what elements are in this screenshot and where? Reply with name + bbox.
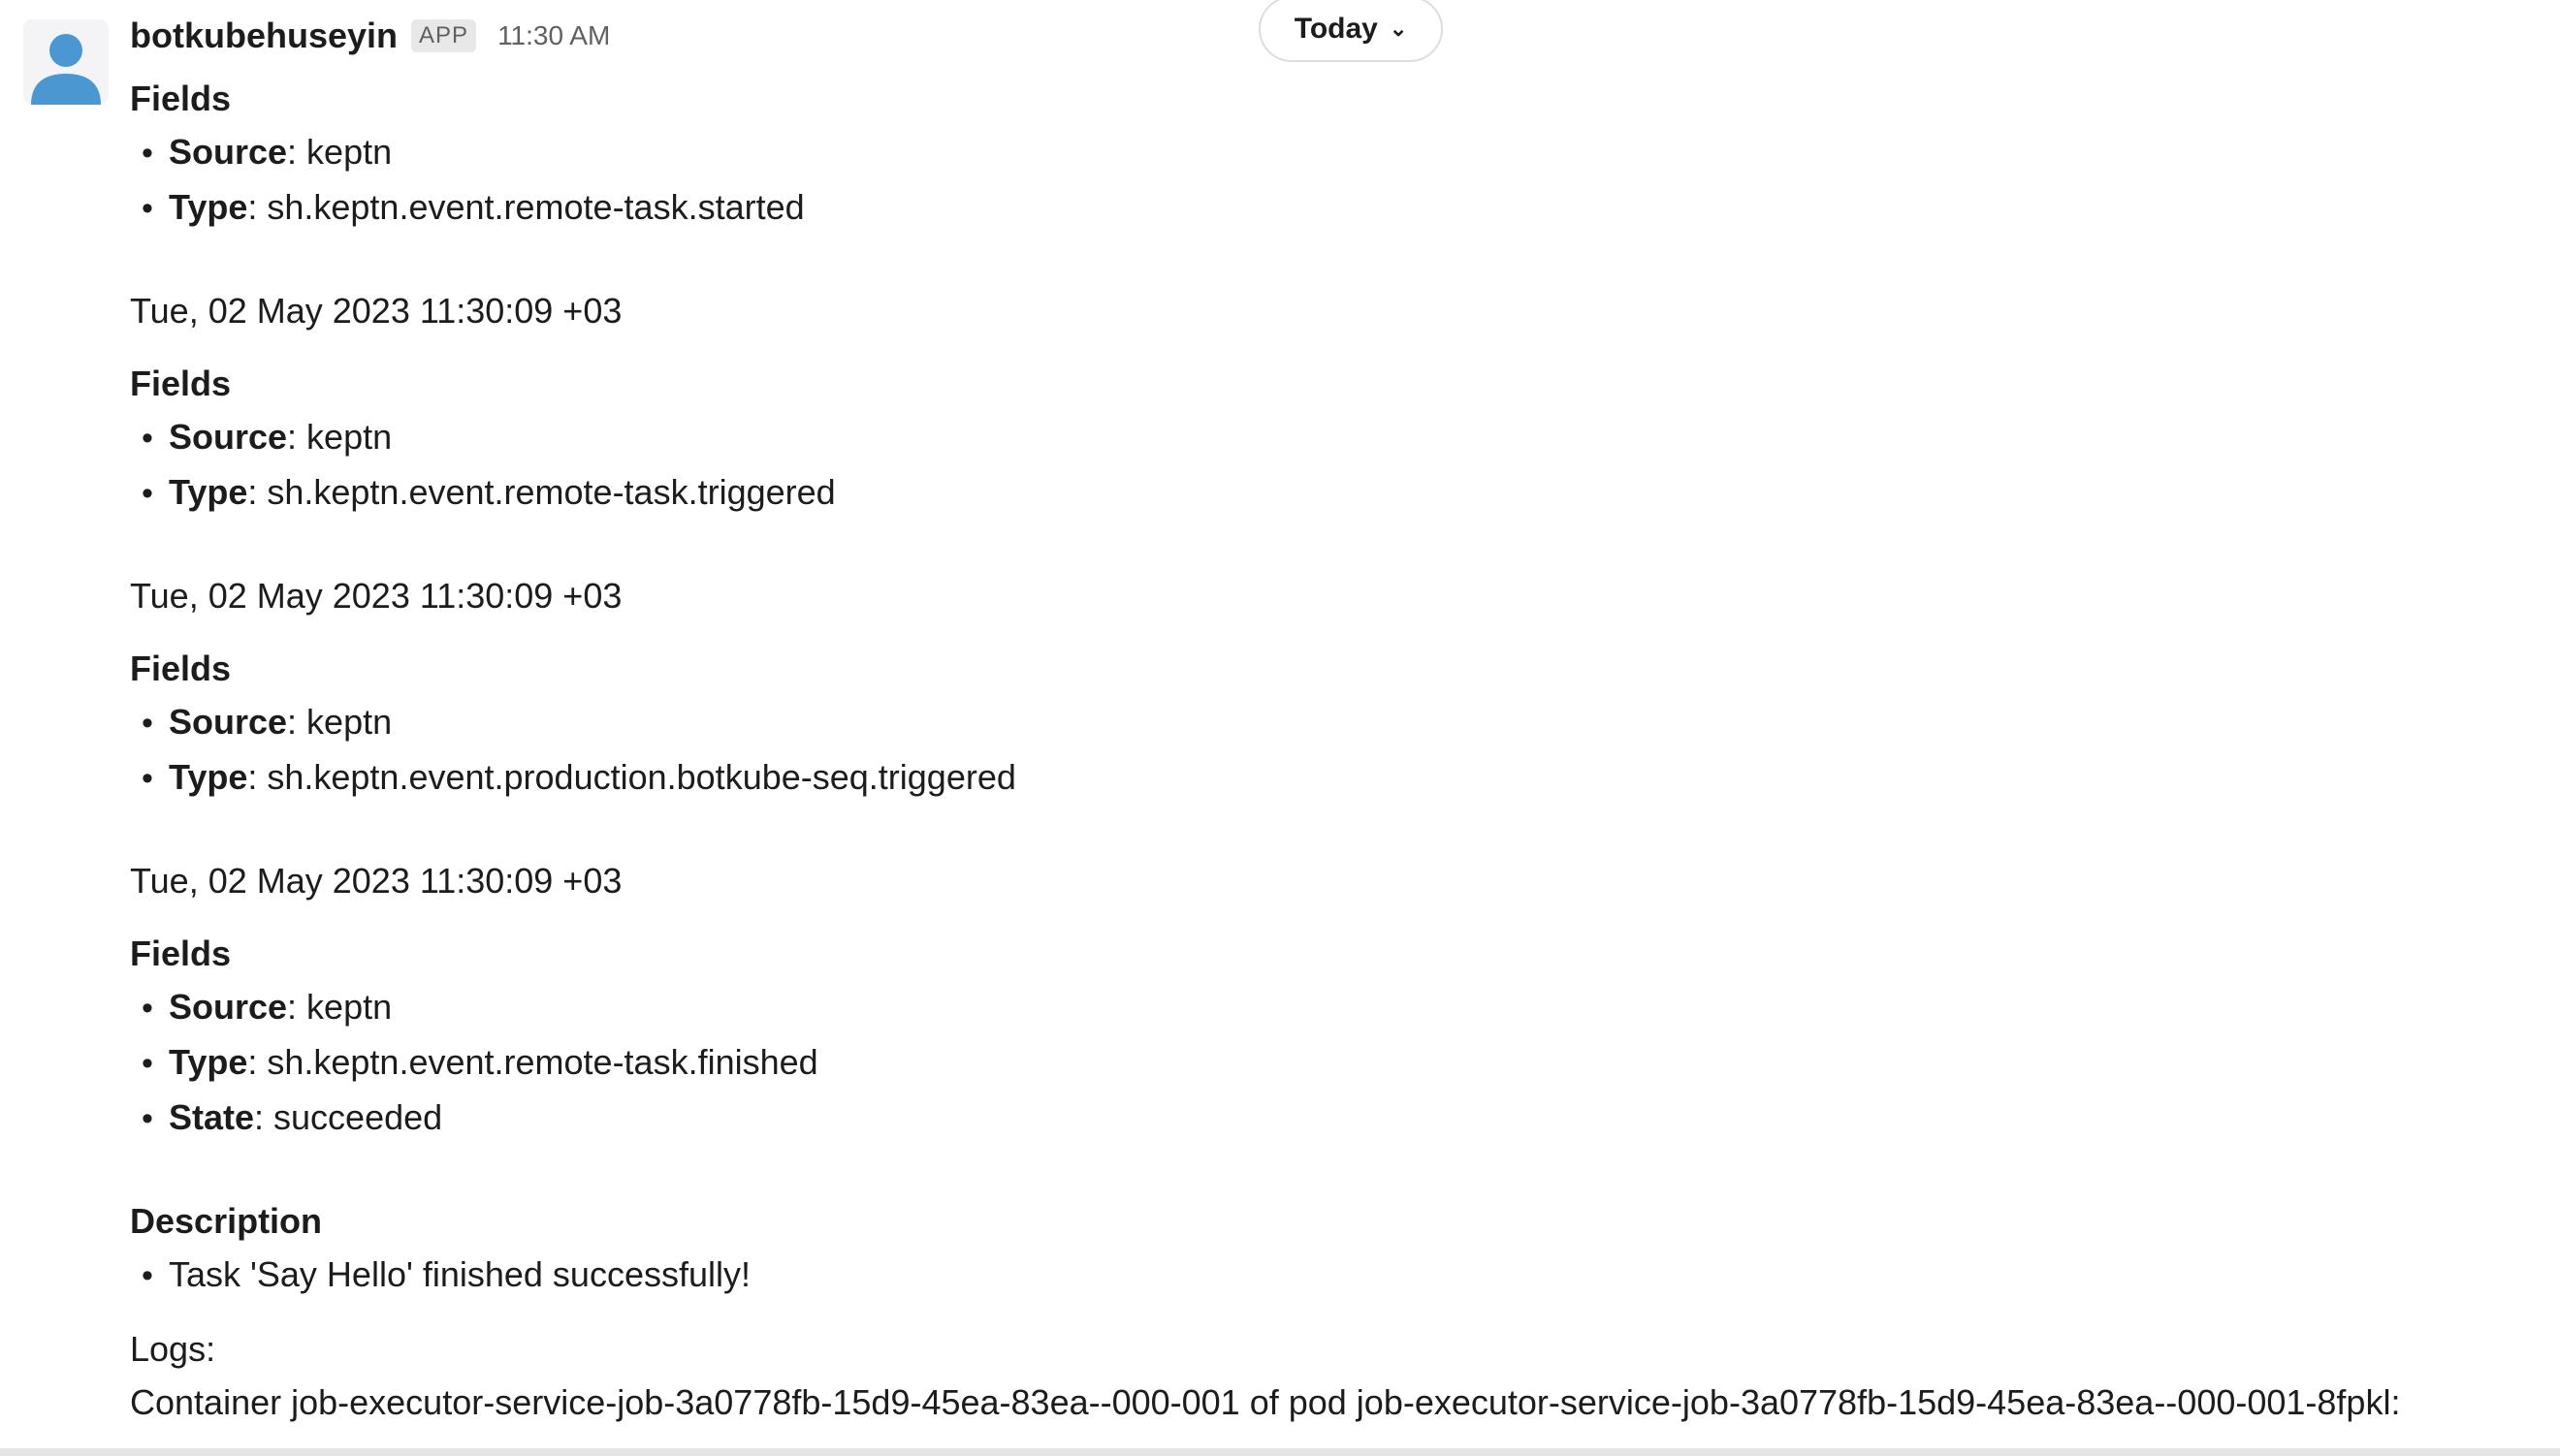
field-value: : keptn bbox=[287, 702, 393, 742]
message: botkubehuseyin APP 11:30 AM Fields • Sour… bbox=[130, 0, 2560, 1429]
description-item: • Task 'Say Hello' finished successfully! bbox=[142, 1254, 751, 1294]
field-value: : sh.keptn.event.remote-task.finished bbox=[247, 1042, 818, 1082]
field-source: • Source: keptn bbox=[142, 417, 393, 457]
logs-label: Logs: bbox=[130, 1329, 216, 1369]
sender-name[interactable]: botkubehuseyin bbox=[130, 16, 398, 56]
field-key: Source bbox=[169, 987, 288, 1027]
field-value: : keptn bbox=[287, 987, 393, 1027]
field-type: • Type: sh.keptn.event.remote-task.trigge… bbox=[142, 472, 836, 512]
field-type: • Type: sh.keptn.event.production.botkube… bbox=[142, 757, 1016, 797]
description-title: Description bbox=[130, 1201, 323, 1241]
field-type: • Type: sh.keptn.event.remote-task.starte… bbox=[142, 187, 805, 227]
chevron-down-icon: ⌄ bbox=[1389, 16, 1408, 41]
fields-title: Fields bbox=[130, 934, 232, 973]
scrollbar-track[interactable] bbox=[0, 1448, 2560, 1456]
event-timestamp: Tue, 02 May 2023 11:30:09 +03 bbox=[130, 576, 623, 616]
fields-title: Fields bbox=[130, 649, 232, 688]
field-value: : sh.keptn.event.remote-task.started bbox=[247, 187, 805, 227]
fields-title: Fields bbox=[130, 364, 232, 403]
field-value: : sh.keptn.event.remote-task.triggered bbox=[247, 472, 836, 512]
field-key: Source bbox=[169, 132, 288, 172]
date-divider-button[interactable]: Today ⌄ bbox=[1259, 0, 1443, 62]
event-timestamp: Tue, 02 May 2023 11:30:09 +03 bbox=[130, 291, 623, 331]
field-key: Type bbox=[169, 757, 248, 797]
event-timestamp: Tue, 02 May 2023 11:30:09 +03 bbox=[130, 861, 623, 901]
bot-avatar[interactable] bbox=[23, 19, 109, 105]
field-state: • State: succeeded bbox=[142, 1097, 443, 1137]
logs-line: Container job-executor-service-job-3a077… bbox=[130, 1382, 2401, 1422]
fields-title: Fields bbox=[130, 79, 232, 118]
field-value: : succeeded bbox=[254, 1097, 443, 1137]
field-source: • Source: keptn bbox=[142, 702, 393, 742]
field-key: Type bbox=[169, 472, 248, 512]
field-key: Type bbox=[169, 1042, 248, 1082]
description-text: Task 'Say Hello' finished successfully! bbox=[169, 1254, 751, 1294]
date-divider-label: Today bbox=[1294, 13, 1378, 45]
field-value: : keptn bbox=[287, 132, 393, 172]
field-source: • Source: keptn bbox=[142, 132, 393, 172]
field-source: • Source: keptn bbox=[142, 987, 393, 1027]
field-key: Type bbox=[169, 187, 248, 227]
message-time[interactable]: 11:30 AM bbox=[497, 20, 610, 51]
field-key: Source bbox=[169, 417, 288, 457]
user-avatar-icon bbox=[31, 34, 101, 105]
field-key: Source bbox=[169, 702, 288, 742]
field-key: State bbox=[169, 1097, 255, 1137]
field-value: : keptn bbox=[287, 417, 393, 457]
app-badge: APP bbox=[411, 19, 477, 52]
field-value: : sh.keptn.event.production.botkube-seq.… bbox=[247, 757, 1016, 797]
field-type: • Type: sh.keptn.event.remote-task.finish… bbox=[142, 1042, 818, 1082]
